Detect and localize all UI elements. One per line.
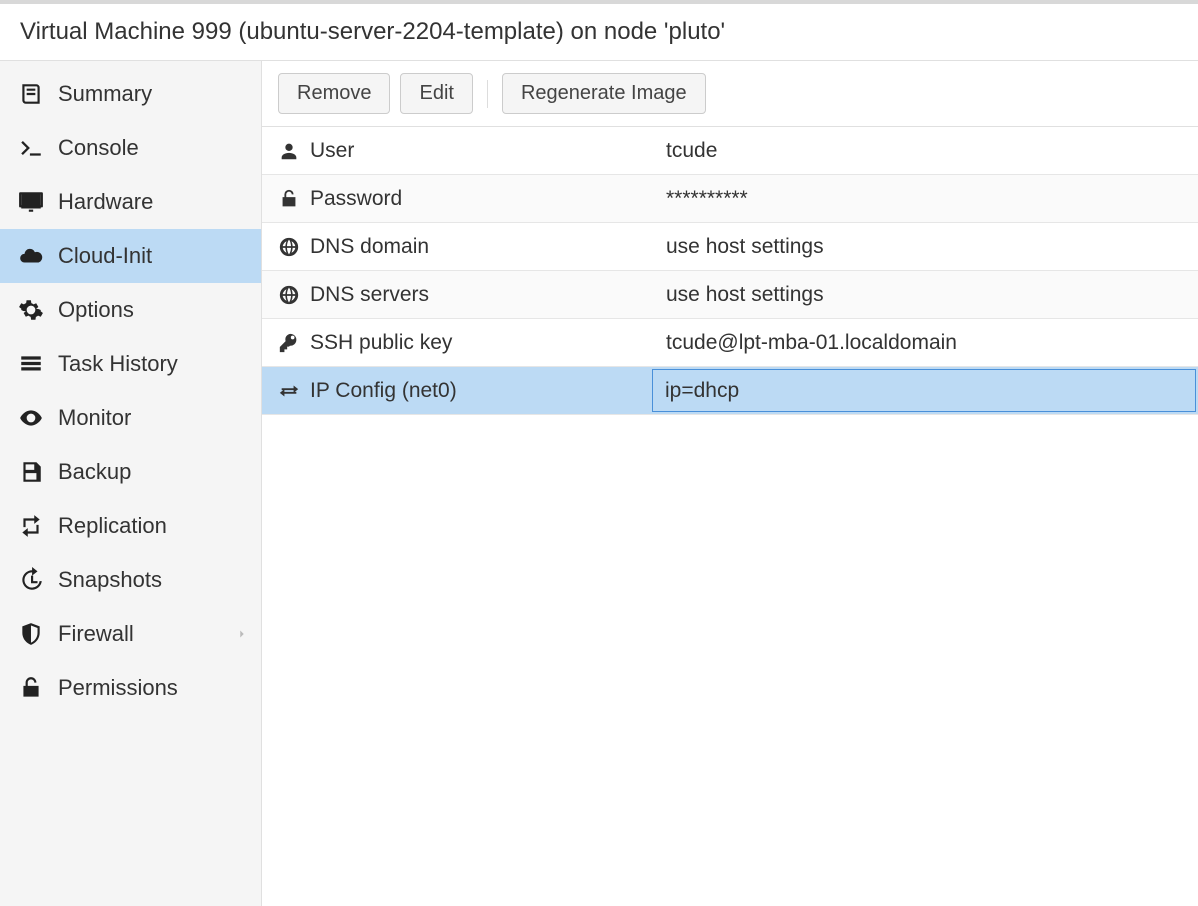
desktop-icon [18,189,44,215]
sidebar-item-console[interactable]: Console [0,121,261,175]
sidebar-item-label: Monitor [58,405,131,431]
config-row-label-cell: User [262,127,652,174]
sidebar-item-label: Hardware [58,189,153,215]
sidebar-item-label: Backup [58,459,131,485]
sidebar-item-summary[interactable]: Summary [0,67,261,121]
sidebar-item-label: Task History [58,351,178,377]
panel-header: Virtual Machine 999 (ubuntu-server-2204-… [0,4,1198,61]
sidebar-item-backup[interactable]: Backup [0,445,261,499]
unlock-icon [18,675,44,701]
config-row[interactable]: DNS servers use host settings [262,271,1198,319]
regenerate-image-button[interactable]: Regenerate Image [502,73,706,114]
config-row-label: User [310,139,354,163]
config-row-label-cell: DNS domain [262,223,652,270]
config-row-label-cell: Password [262,175,652,222]
config-row[interactable]: SSH public key tcude@lpt-mba-01.localdoma… [262,319,1198,367]
config-row-label: SSH public key [310,331,452,355]
config-row-label-cell: DNS servers [262,271,652,318]
config-row[interactable]: User tcude [262,127,1198,175]
sidebar-item-cloud-init[interactable]: Cloud-Init [0,229,261,283]
key-icon [278,332,300,354]
config-row[interactable]: Password ********** [262,175,1198,223]
config-row[interactable]: DNS domain use host settings [262,223,1198,271]
remove-button[interactable]: Remove [278,73,390,114]
sidebar-item-label: Cloud-Init [58,243,152,269]
config-row[interactable]: IP Config (net0) ip=dhcp [262,367,1198,415]
user-icon [278,140,300,162]
toolbar-separator [487,80,488,108]
sidebar-item-label: Firewall [58,621,134,647]
config-table: User tcude Password ********** DNS domain use… [262,127,1198,415]
sidebar-item-snapshots[interactable]: Snapshots [0,553,261,607]
retweet-icon [18,513,44,539]
globe-icon [278,236,300,258]
sidebar-item-label: Console [58,135,139,161]
cloud-icon [18,243,44,269]
config-row-value: ********** [652,175,1198,222]
config-row-label-cell: IP Config (net0) [262,367,652,414]
exchange-icon [278,380,300,402]
unlock-icon [278,188,300,210]
eye-icon [18,405,44,431]
config-row-value: use host settings [652,223,1198,270]
sidebar-item-replication[interactable]: Replication [0,499,261,553]
sidebar: Summary Console Hardware Cloud-Init Options T… [0,61,262,906]
config-row-label: IP Config (net0) [310,379,457,403]
sidebar-item-monitor[interactable]: Monitor [0,391,261,445]
save-icon [18,459,44,485]
panel-body: Summary Console Hardware Cloud-Init Options T… [0,61,1198,906]
config-row-value: use host settings [652,271,1198,318]
config-row-value: ip=dhcp [652,369,1196,412]
config-row-label: DNS servers [310,283,429,307]
sidebar-item-label: Snapshots [58,567,162,593]
shield-icon [18,621,44,647]
list-icon [18,351,44,377]
sidebar-item-task-history[interactable]: Task History [0,337,261,391]
config-row-value: tcude@lpt-mba-01.localdomain [652,319,1198,366]
sidebar-item-hardware[interactable]: Hardware [0,175,261,229]
sidebar-item-label: Replication [58,513,167,539]
config-row-label: Password [310,187,402,211]
globe-icon [278,284,300,306]
sidebar-item-firewall[interactable]: Firewall [0,607,261,661]
history-icon [18,567,44,593]
content-area: Remove Edit Regenerate Image UsertcudePa… [262,61,1198,906]
sidebar-item-options[interactable]: Options [0,283,261,337]
book-icon [18,81,44,107]
config-row-label: DNS domain [310,235,429,259]
vm-panel: Virtual Machine 999 (ubuntu-server-2204-… [0,0,1198,906]
sidebar-item-permissions[interactable]: Permissions [0,661,261,715]
gear-icon [18,297,44,323]
edit-button[interactable]: Edit [400,73,472,114]
toolbar: Remove Edit Regenerate Image [262,61,1198,127]
config-row-label-cell: SSH public key [262,319,652,366]
chevron-right-icon [235,627,249,641]
sidebar-item-label: Summary [58,81,152,107]
sidebar-item-label: Options [58,297,134,323]
config-row-value: tcude [652,127,1198,174]
panel-title: Virtual Machine 999 (ubuntu-server-2204-… [20,18,725,45]
terminal-icon [18,135,44,161]
sidebar-item-label: Permissions [58,675,178,701]
